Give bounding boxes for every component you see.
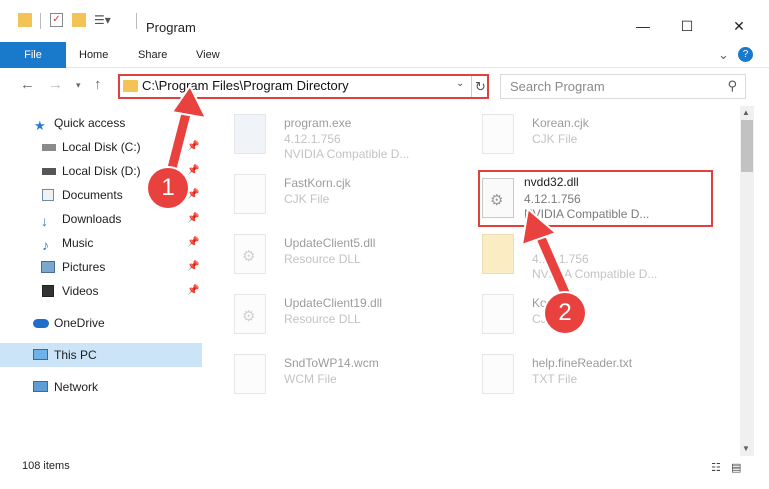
monitor-icon (33, 349, 48, 360)
sidebar-item-music[interactable]: ♪ Music 📌 (0, 231, 202, 255)
file-item[interactable]: UpdateClient19.dll Resource DLL (220, 290, 460, 346)
tab-file[interactable]: File (0, 42, 66, 68)
scroll-up-icon[interactable]: ▲ (742, 108, 750, 117)
folder-file-icon (482, 234, 514, 274)
forward-arrow-icon[interactable]: → (48, 76, 63, 93)
file-item[interactable]: FastKorn.cjk CJK File (220, 170, 460, 226)
dll-file-icon (234, 234, 266, 274)
close-button[interactable]: ✕ (716, 14, 762, 38)
new-folder-icon[interactable] (72, 13, 86, 27)
pin-icon: 📌 (187, 237, 200, 248)
sidebar-item-this-pc[interactable]: This PC (0, 343, 202, 367)
chevron-down-icon[interactable]: ⌄ (456, 78, 464, 89)
file-item[interactable]: program.exe 4.12.1.756 NVIDIA Compatible… (220, 110, 460, 166)
window-title: Program (146, 20, 196, 35)
folder-icon (18, 13, 32, 27)
vertical-scrollbar[interactable]: ▲ ▼ (740, 106, 754, 456)
sidebar-item-videos[interactable]: Videos 📌 (0, 279, 202, 303)
properties-icon[interactable]: ✓ (50, 13, 63, 27)
tab-home[interactable]: Home (79, 42, 108, 68)
pictures-icon (41, 261, 55, 273)
callout-arrow-2 (520, 207, 573, 302)
file-item[interactable]: SndToWP14.wcm WCM File (220, 350, 460, 406)
tab-view[interactable]: View (196, 42, 220, 68)
help-icon[interactable]: ? (738, 47, 753, 62)
dll-file-icon (234, 294, 266, 334)
documents-icon (42, 189, 54, 201)
exe-file-icon (234, 114, 266, 154)
search-icon[interactable]: ⚲ (727, 78, 737, 94)
file-icon (482, 354, 514, 394)
cloud-icon (33, 319, 49, 328)
music-icon: ♪ (42, 237, 49, 253)
item-count: 108 items (22, 460, 70, 472)
status-bar: 108 items ☷ ▤ (0, 456, 769, 478)
file-icon (482, 294, 514, 334)
file-item[interactable]: Korean.cjk CJK File (468, 110, 708, 166)
network-icon (33, 381, 48, 392)
details-view-icon[interactable]: ☷ (711, 461, 725, 474)
divider (136, 13, 137, 29)
scroll-down-icon[interactable]: ▼ (742, 444, 750, 453)
file-icon (234, 174, 266, 214)
callout-badge-1: 1 (148, 168, 188, 208)
file-item[interactable]: UpdateClient5.dll Resource DLL (220, 230, 460, 286)
pin-icon: 📌 (187, 189, 200, 200)
videos-icon (42, 285, 54, 297)
sidebar-item-onedrive[interactable]: OneDrive (0, 311, 202, 335)
downloads-icon: ↓ (41, 213, 48, 229)
up-arrow-icon[interactable]: ↑ (94, 76, 102, 93)
tiles-view-icon[interactable]: ▤ (731, 461, 745, 474)
expand-ribbon-icon[interactable]: ⌄ (718, 42, 729, 68)
tab-share[interactable]: Share (138, 42, 167, 68)
pin-icon: 📌 (187, 285, 200, 296)
file-item[interactable]: Korean CJK File (468, 290, 708, 346)
search-input[interactable]: Search Program ⚲ (500, 74, 746, 99)
divider (40, 13, 41, 29)
recent-locations-icon[interactable]: ▾ (76, 80, 81, 91)
sidebar-item-downloads[interactable]: ↓ Downloads 📌 (0, 207, 202, 231)
minimize-button[interactable]: — (620, 14, 666, 38)
maximize-button[interactable]: ☐ (664, 14, 710, 38)
file-item[interactable]: 4.12.1.756 NVIDIA Compatible D... (468, 230, 708, 286)
search-placeholder: Search Program (510, 79, 605, 94)
dll-file-icon (482, 178, 514, 218)
file-icon (482, 114, 514, 154)
customize-quick-access-icon[interactable]: ☰▾ (94, 13, 111, 27)
file-icon (234, 354, 266, 394)
folder-icon (123, 80, 138, 92)
back-arrow-icon[interactable]: ← (20, 76, 35, 93)
drive-icon (42, 144, 56, 151)
sidebar-item-pictures[interactable]: Pictures 📌 (0, 255, 202, 279)
drive-icon (42, 168, 56, 175)
sidebar-item-network[interactable]: Network (0, 375, 202, 399)
scroll-thumb[interactable] (741, 120, 753, 172)
file-item[interactable]: help.fineReader.txt TXT File (468, 350, 708, 406)
title-bar: ✓ ☰▾ Program — ☐ ✕ (0, 0, 769, 42)
pin-icon: 📌 (187, 261, 200, 272)
pin-icon: 📌 (187, 213, 200, 224)
refresh-icon[interactable]: ↻ (471, 76, 489, 97)
file-list: program.exe 4.12.1.756 NVIDIA Compatible… (212, 106, 740, 456)
ribbon-tabs: File Home Share View ⌄ ? (0, 42, 769, 68)
callout-badge-2: 2 (545, 293, 585, 333)
address-row: ← → ▾ ↑ C:\Program Files\Program Directo… (0, 68, 769, 104)
